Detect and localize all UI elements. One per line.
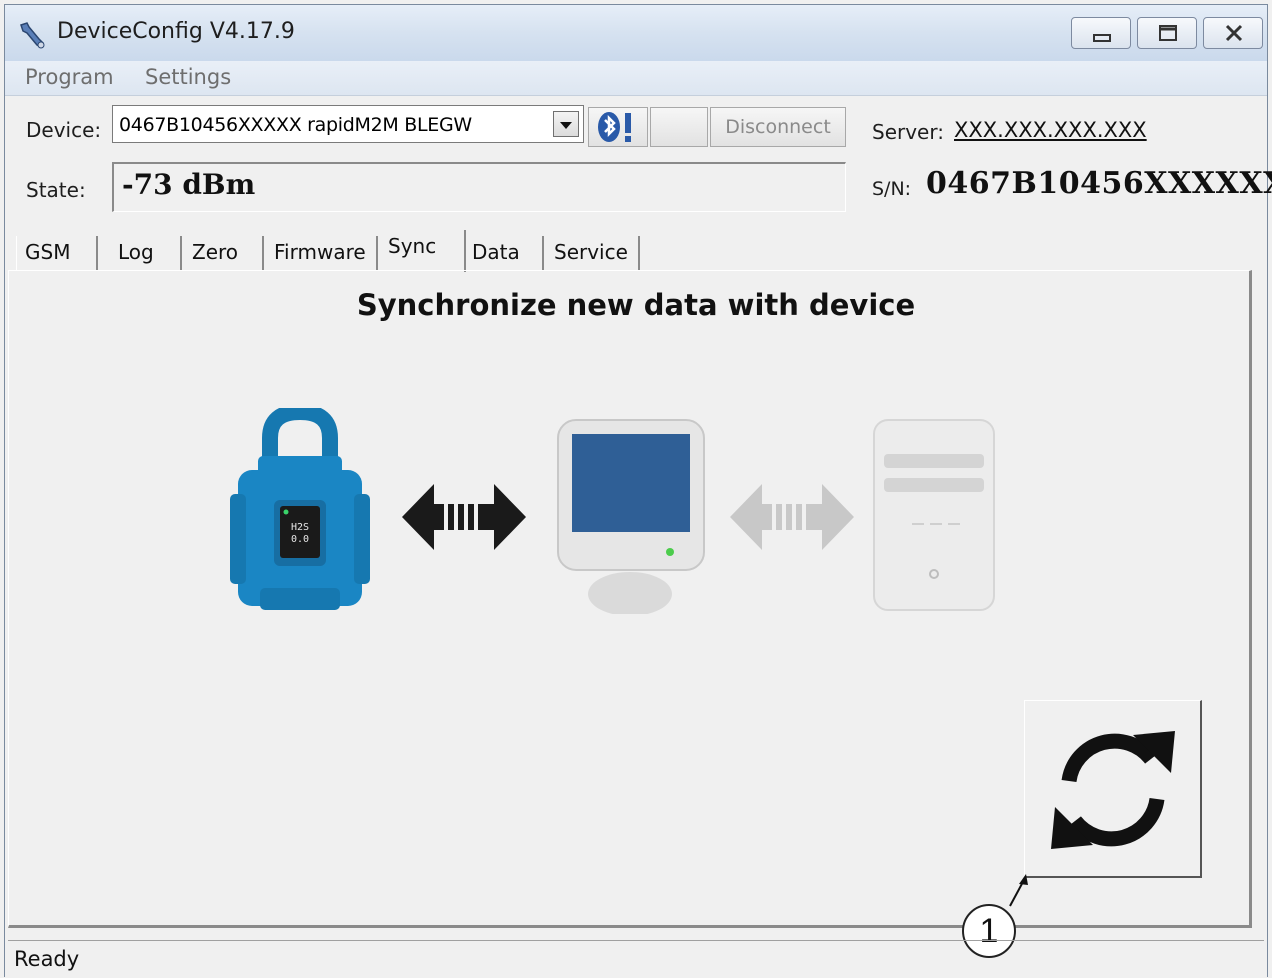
- chevron-down-icon[interactable]: [553, 111, 579, 137]
- tab-log[interactable]: Log: [110, 236, 182, 270]
- device-select[interactable]: 0467B10456XXXXX rapidM2M BLEGW: [112, 105, 584, 143]
- serial-number: 0467B10456XXXXXX: [926, 166, 1272, 201]
- tab-sync[interactable]: Sync: [380, 230, 466, 272]
- disconnect-button[interactable]: Disconnect: [710, 107, 846, 147]
- minimize-button[interactable]: [1071, 17, 1131, 49]
- server-label: Server:: [872, 120, 944, 144]
- serial-label: S/N:: [872, 178, 912, 200]
- maximize-icon: [1159, 25, 1177, 41]
- sync-button[interactable]: [1024, 700, 1202, 878]
- status-text: Ready: [14, 947, 80, 971]
- callout-pointer-icon: [1009, 874, 1028, 907]
- sync-title: Synchronize new data with device: [356, 288, 916, 322]
- menu-bar: Program Settings: [5, 61, 1267, 96]
- tab-service[interactable]: Service: [546, 236, 640, 270]
- title-bar: DeviceConfig V4.17.9: [5, 5, 1267, 61]
- server-tower-icon: [873, 419, 995, 611]
- menu-program[interactable]: Program: [25, 65, 114, 89]
- tab-firmware[interactable]: Firmware: [266, 236, 378, 270]
- minimize-icon: [1093, 34, 1111, 42]
- double-arrow-inactive-icon: [730, 484, 854, 550]
- status-bar: Ready: [8, 940, 1264, 978]
- tab-data[interactable]: Data: [464, 236, 544, 270]
- menu-settings[interactable]: Settings: [145, 65, 231, 89]
- maximize-button[interactable]: [1137, 17, 1197, 49]
- device-select-value: 0467B10456XXXXX rapidM2M BLEGW: [119, 114, 472, 136]
- close-icon: [1225, 24, 1243, 42]
- device-label: Device:: [26, 118, 102, 142]
- blank-button[interactable]: [650, 107, 708, 147]
- state-label: State:: [26, 178, 86, 202]
- tab-gsm[interactable]: GSM: [16, 236, 98, 270]
- tab-zero[interactable]: Zero: [184, 236, 264, 270]
- state-field: -73 dBm: [112, 162, 846, 212]
- server-address-link[interactable]: XXX.XXX.XXX.XXX: [954, 118, 1147, 142]
- close-button[interactable]: [1203, 17, 1263, 49]
- sensor-display-value: 0.0: [291, 534, 309, 545]
- refresh-icon: [1051, 731, 1175, 849]
- sensor-device-icon: H2S 0.0: [230, 408, 370, 610]
- sensor-display-gas: H2S: [291, 522, 309, 533]
- bluetooth-button[interactable]: [588, 107, 648, 147]
- double-arrow-active-icon: [402, 484, 526, 550]
- bluetooth-alert-icon: [598, 112, 631, 142]
- computer-monitor-icon: [557, 419, 705, 614]
- state-value: -73 dBm: [122, 168, 256, 201]
- window-title: DeviceConfig V4.17.9: [57, 19, 295, 44]
- wrench-icon: [20, 22, 45, 49]
